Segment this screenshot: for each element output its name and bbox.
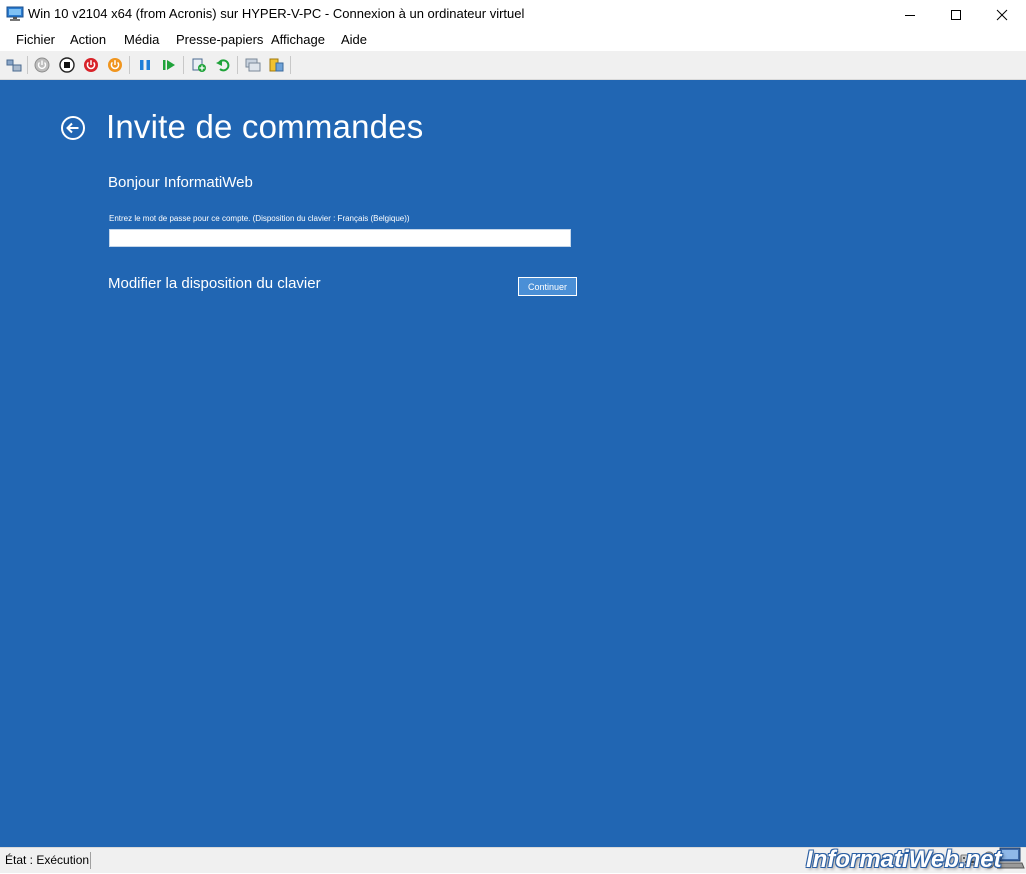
- close-button[interactable]: [979, 0, 1025, 29]
- revert-icon: [216, 59, 230, 72]
- vm-connection-window: Win 10 v2104 x64 (from Acronis) sur HYPE…: [0, 0, 1026, 873]
- resume-button[interactable]: [159, 55, 179, 75]
- close-icon: [996, 9, 1008, 20]
- change-keyboard-layout-link[interactable]: Modifier la disposition du clavier: [108, 275, 321, 292]
- status-text: État : Exécution: [5, 853, 90, 867]
- menu-aide[interactable]: Aide: [341, 32, 367, 47]
- page-title: Invite de commandes: [106, 108, 424, 145]
- back-arrow-icon: [61, 116, 85, 140]
- menu-affichage[interactable]: Affichage: [271, 32, 325, 47]
- save-state-button[interactable]: [105, 55, 125, 75]
- toolbar-separator: [129, 56, 130, 74]
- shutdown-icon: [84, 58, 98, 72]
- start-icon: [34, 57, 50, 73]
- turn-off-button[interactable]: [57, 55, 77, 75]
- resume-icon: [163, 60, 175, 70]
- toolbar-separator: [237, 56, 238, 74]
- toolbar-separator: [183, 56, 184, 74]
- pause-icon: [140, 60, 150, 70]
- toolbar-separator: [27, 56, 28, 74]
- minimize-button[interactable]: [887, 0, 933, 29]
- menu-presse-papiers[interactable]: Presse-papiers: [176, 32, 263, 47]
- menu-bar: Fichier Action Média Presse-papiers Affi…: [0, 29, 1026, 51]
- maximize-icon: [951, 9, 961, 20]
- shutdown-button[interactable]: [81, 55, 101, 75]
- revert-button[interactable]: [213, 55, 233, 75]
- window-title: Win 10 v2104 x64 (from Acronis) sur HYPE…: [28, 6, 525, 21]
- vm-screen[interactable]: Invite de commandes Bonjour InformatiWeb…: [0, 80, 1026, 847]
- greeting-text: Bonjour InformatiWeb: [108, 174, 253, 191]
- password-input[interactable]: [109, 229, 571, 247]
- start-button[interactable]: [32, 55, 52, 75]
- vm-connection-app-icon: [6, 6, 24, 22]
- menu-fichier[interactable]: Fichier: [16, 32, 55, 47]
- enhanced-session-icon: [245, 58, 261, 72]
- checkpoint-button[interactable]: [189, 55, 209, 75]
- back-button[interactable]: [60, 115, 86, 141]
- maximize-button[interactable]: [933, 0, 979, 29]
- pause-button[interactable]: [135, 55, 155, 75]
- enhanced-session-button[interactable]: [243, 55, 263, 75]
- menu-media[interactable]: Média: [124, 32, 159, 47]
- ctrl-alt-del-button[interactable]: [4, 55, 24, 75]
- menu-action[interactable]: Action: [70, 32, 106, 47]
- continue-button[interactable]: Continuer: [518, 277, 577, 296]
- share-icon: [269, 58, 284, 72]
- status-separator: [90, 852, 91, 869]
- ctrl-alt-del-icon: [6, 59, 22, 72]
- watermark: InformatiWeb.net: [806, 846, 1002, 873]
- save-icon: [108, 58, 122, 72]
- minimize-icon: [905, 14, 915, 16]
- share-button[interactable]: [266, 55, 286, 75]
- toolbar-separator: [290, 56, 291, 74]
- toolbar: [0, 51, 1026, 80]
- password-label: Entrez le mot de passe pour ce compte. (…: [109, 214, 410, 223]
- title-bar: Win 10 v2104 x64 (from Acronis) sur HYPE…: [0, 0, 1026, 29]
- checkpoint-icon: [192, 58, 206, 72]
- turn-off-icon: [59, 57, 75, 73]
